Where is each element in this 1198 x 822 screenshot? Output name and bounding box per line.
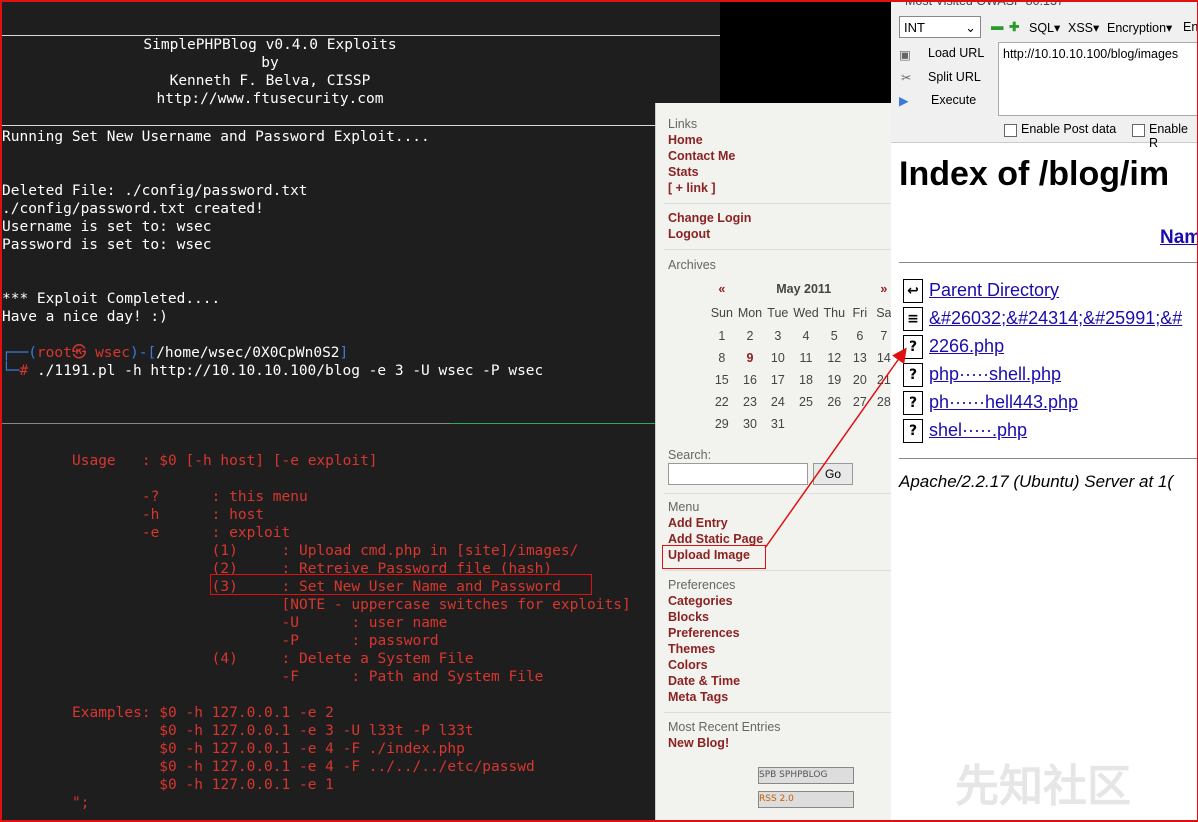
screenshot-frame: [0, 0, 1198, 822]
watermark: 先知社区: [955, 762, 1131, 811]
